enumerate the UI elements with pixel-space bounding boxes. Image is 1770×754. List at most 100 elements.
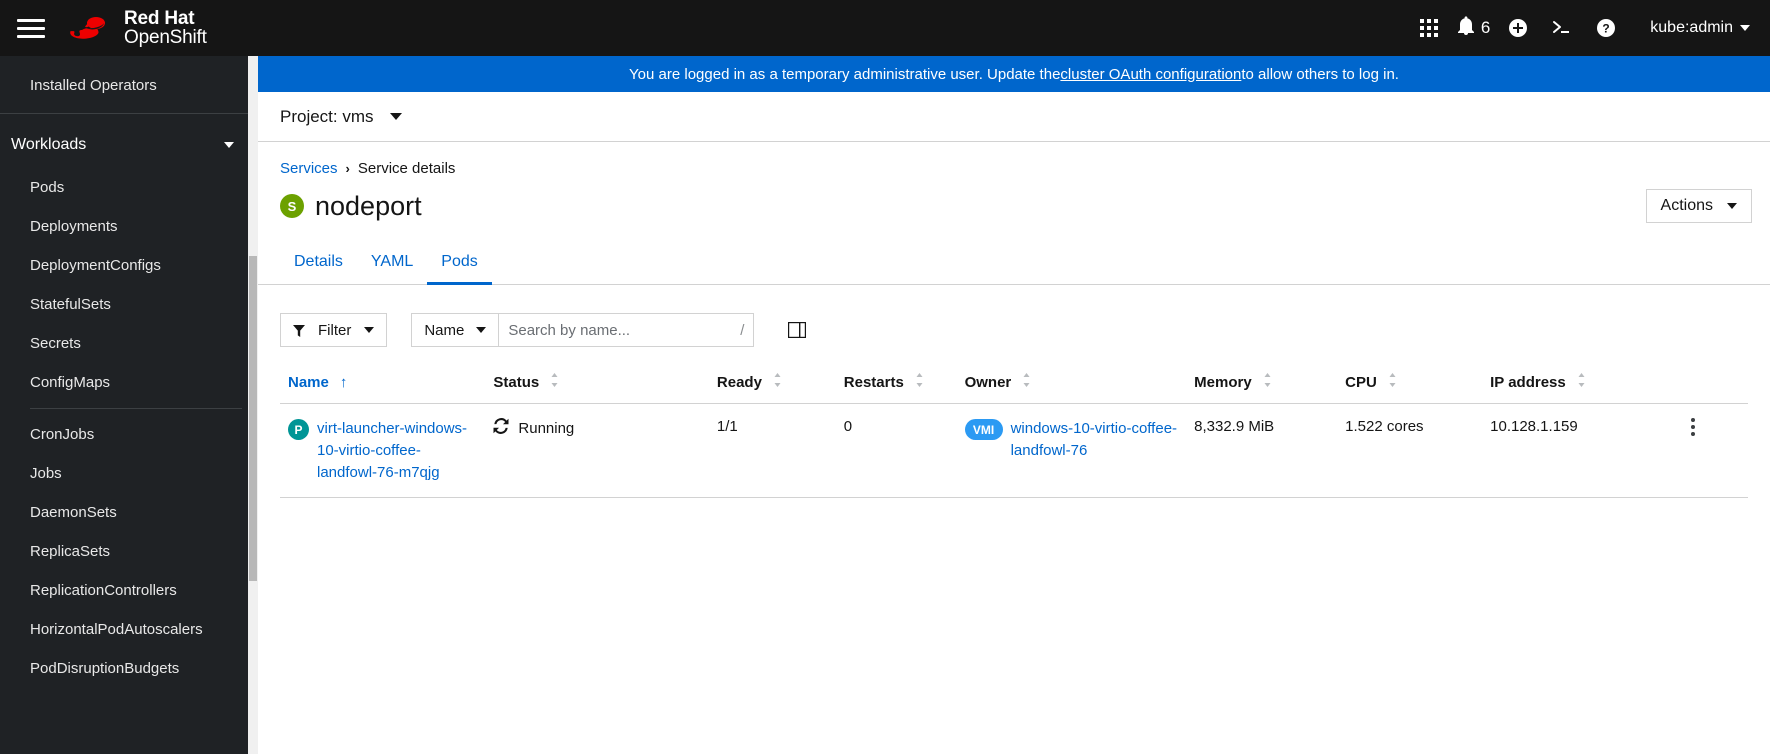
sidebar-scrollbar[interactable] xyxy=(248,56,258,754)
plus-circle-icon[interactable] xyxy=(1496,8,1540,48)
sidebar-item-installed-operators[interactable]: Installed Operators xyxy=(0,66,258,105)
cell-status: Running xyxy=(485,403,709,499)
search-attribute-select[interactable]: Name xyxy=(411,313,499,347)
column-header-ip-address[interactable]: IP address xyxy=(1482,365,1676,404)
sort-ascending-icon: ↑ xyxy=(339,373,348,391)
masthead-toolbar: 6 ? kube:admin xyxy=(1407,8,1752,48)
grid-apps-icon[interactable] xyxy=(1407,8,1451,48)
sidebar-item-replicasets[interactable]: ReplicaSets xyxy=(0,532,258,571)
service-resource-badge: S xyxy=(280,194,304,218)
sidebar-item-label: Pods xyxy=(30,179,65,196)
project-label: Project: vms xyxy=(280,106,374,126)
sidebar-item-cronjobs[interactable]: CronJobs xyxy=(0,415,258,454)
sidebar-item-replicationcontrollers[interactable]: ReplicationControllers xyxy=(0,571,258,610)
user-menu[interactable]: kube:admin xyxy=(1650,19,1750,37)
tab-yaml[interactable]: YAML xyxy=(357,241,427,285)
search-input[interactable] xyxy=(508,321,735,339)
sidebar-item-configmaps[interactable]: ConfigMaps xyxy=(0,363,258,402)
vmi-resource-badge: VMI xyxy=(964,419,1003,440)
notification-count: 6 xyxy=(1480,18,1491,37)
page-title: nodeport xyxy=(315,190,422,221)
sidebar-navigation: Installed Operators Workloads Pods Deplo… xyxy=(0,56,258,754)
column-label: Status xyxy=(493,373,540,391)
column-label: Memory xyxy=(1194,373,1252,391)
sort-icon xyxy=(915,373,924,391)
sidebar-item-label: Deployments xyxy=(30,218,118,235)
admin-user-banner: You are logged in as a temporary adminis… xyxy=(258,56,1770,92)
column-management-icon[interactable] xyxy=(782,315,812,345)
column-label: CPU xyxy=(1345,373,1377,391)
kebab-menu-icon[interactable] xyxy=(1683,418,1703,436)
column-header-restarts[interactable]: Restarts xyxy=(835,365,957,404)
column-header-memory[interactable]: Memory xyxy=(1186,365,1338,404)
chevron-right-icon: › xyxy=(345,161,350,176)
pods-table-container: Name ↑ Status Ready Restarts Owner Memor… xyxy=(258,365,1770,499)
pod-resource-badge: P xyxy=(288,419,309,440)
brand-line-1: Red Hat xyxy=(124,7,195,29)
sort-icon xyxy=(1577,373,1586,391)
tab-pods[interactable]: Pods xyxy=(427,241,492,285)
sidebar-scrollbar-thumb[interactable] xyxy=(249,256,257,581)
tab-label: Pods xyxy=(441,253,478,270)
tab-label: YAML xyxy=(370,253,414,270)
column-label: Name xyxy=(288,373,329,391)
breadcrumb-parent-link[interactable]: Services xyxy=(280,160,338,177)
column-label: Restarts xyxy=(843,373,904,391)
tab-bar: Details YAML Pods xyxy=(258,241,1770,285)
actions-button[interactable]: Actions xyxy=(1645,189,1752,223)
sidebar-item-deploymentconfigs[interactable]: DeploymentConfigs xyxy=(0,246,258,285)
cell-ip-address: 10.128.1.159 xyxy=(1482,403,1676,499)
sidebar-item-label: DeploymentConfigs xyxy=(30,257,161,274)
table-body: P virt-launcher-windows-10-virtio-coffee… xyxy=(280,403,1748,499)
search-input-wrapper: / xyxy=(498,313,755,347)
pod-name-link[interactable]: virt-launcher-windows-10-virtio-coffee-l… xyxy=(317,418,477,483)
sort-icon xyxy=(773,373,782,391)
actions-button-label: Actions xyxy=(1660,197,1713,214)
bell-icon xyxy=(1457,15,1475,41)
masthead: Red Hat OpenShift 6 ? kube:admin xyxy=(0,0,1770,56)
sidebar-section-workloads[interactable]: Workloads xyxy=(0,122,258,168)
chevron-down-icon xyxy=(476,327,487,333)
chevron-down-icon xyxy=(389,113,402,120)
column-header-actions xyxy=(1675,365,1748,404)
red-hat-logo-icon xyxy=(70,13,114,43)
page-header: Services › Service details S nodeport Ac… xyxy=(258,142,1770,223)
hamburger-icon[interactable] xyxy=(14,11,48,45)
column-header-name[interactable]: Name ↑ xyxy=(280,365,486,404)
username-label: kube:admin xyxy=(1650,19,1733,36)
sidebar-item-label: ConfigMaps xyxy=(30,374,111,391)
sidebar-item-jobs[interactable]: Jobs xyxy=(0,454,258,493)
help-circle-icon[interactable]: ? xyxy=(1584,8,1628,48)
cell-cpu: 1.522 cores xyxy=(1337,403,1483,499)
tab-details[interactable]: Details xyxy=(280,241,357,285)
cluster-oauth-configuration-link[interactable]: cluster OAuth configuration xyxy=(1060,66,1241,83)
sidebar-item-deployments[interactable]: Deployments xyxy=(0,207,258,246)
notifications-button[interactable]: 6 xyxy=(1451,15,1496,41)
terminal-icon[interactable] xyxy=(1540,8,1584,48)
tab-label: Details xyxy=(294,253,343,270)
column-header-cpu[interactable]: CPU xyxy=(1337,365,1483,404)
column-header-owner[interactable]: Owner xyxy=(956,365,1187,404)
sidebar-item-clipped[interactable] xyxy=(0,56,258,66)
breadcrumb-current: Service details xyxy=(357,160,456,177)
cell-memory: 8,332.9 MiB xyxy=(1186,403,1338,499)
filter-button[interactable]: Filter xyxy=(280,313,388,347)
sidebar-item-label: Jobs xyxy=(30,465,62,482)
column-label: IP address xyxy=(1490,373,1566,391)
sidebar-item-label: CronJobs xyxy=(30,426,95,443)
column-header-ready[interactable]: Ready xyxy=(708,365,836,404)
brand-logo[interactable]: Red Hat OpenShift xyxy=(70,7,207,47)
owner-link[interactable]: windows-10-virtio-coffee-landfowl-76 xyxy=(1011,418,1179,462)
sidebar-item-daemonsets[interactable]: DaemonSets xyxy=(0,493,258,532)
sidebar-item-horizontalpodautoscalers[interactable]: HorizontalPodAutoscalers xyxy=(0,610,258,649)
sidebar-item-pods[interactable]: Pods xyxy=(0,168,258,207)
sidebar-item-secrets[interactable]: Secrets xyxy=(0,324,258,363)
breadcrumb: Services › Service details xyxy=(280,160,1752,177)
sidebar-item-statefulsets[interactable]: StatefulSets xyxy=(0,285,258,324)
project-selector[interactable]: Project: vms xyxy=(280,107,402,127)
column-header-status[interactable]: Status xyxy=(485,365,709,404)
sidebar-item-poddisruptionbudgets[interactable]: PodDisruptionBudgets xyxy=(0,649,258,688)
sidebar-item-label: HorizontalPodAutoscalers xyxy=(30,621,203,638)
banner-text-before: You are logged in as a temporary adminis… xyxy=(629,65,1061,83)
sidebar-item-label: Secrets xyxy=(30,335,81,352)
